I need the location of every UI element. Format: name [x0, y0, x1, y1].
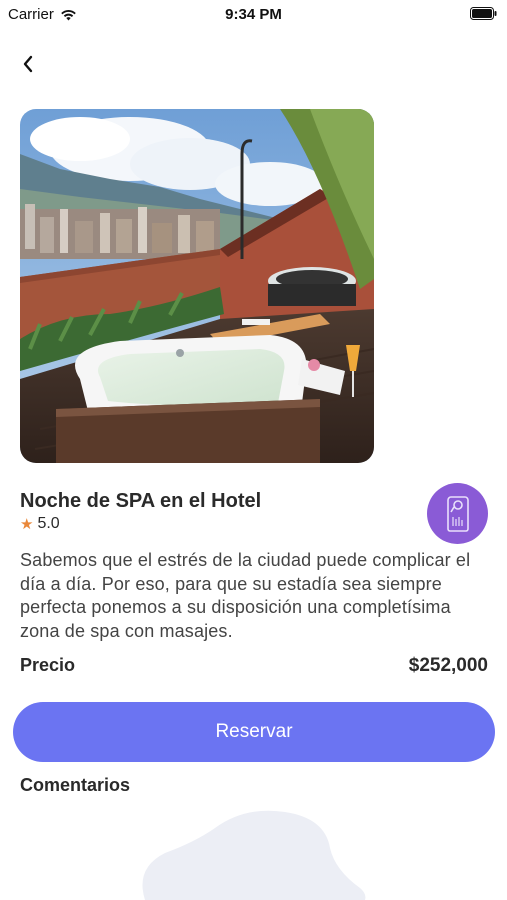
price-value: $252,000 [408, 655, 488, 676]
chevron-left-icon [23, 55, 33, 73]
offer-description: Sabemos que el estrés de la ciudad puede… [20, 550, 471, 641]
back-button[interactable] [14, 50, 42, 78]
battery-icon [470, 7, 497, 20]
comments-heading: Comentarios [20, 775, 131, 795]
door-hanger-badge[interactable] [427, 483, 488, 544]
status-bar: Carrier 9:34 PM [0, 0, 507, 30]
door-hanger-icon [446, 495, 469, 532]
price-label: Precio [20, 655, 76, 675]
offer-title: Noche de SPA en el Hotel [20, 490, 262, 512]
reserve-button[interactable]: Reservar [13, 702, 495, 762]
rating: ★ 5.0 [20, 515, 60, 533]
rating-value: 5.0 [37, 515, 60, 532]
spa-detail-screen: Carrier 9:34 PM Noche de SPA en el Hotel… [0, 0, 507, 900]
hero-photo [20, 109, 374, 463]
empty-comments-illustration [142, 810, 366, 900]
star-icon: ★ [20, 516, 34, 533]
clock: 9:34 PM [225, 6, 282, 23]
